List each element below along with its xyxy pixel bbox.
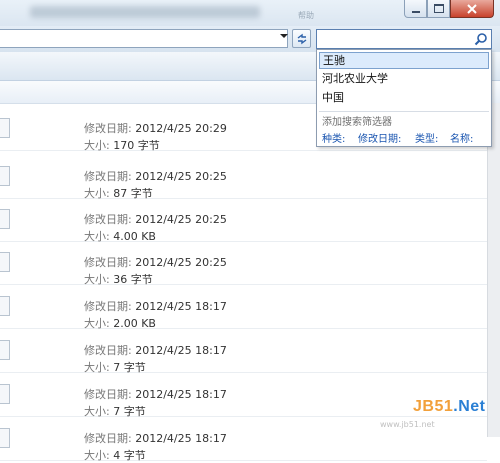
file-icon <box>0 296 10 316</box>
vertical-scrollbar[interactable] <box>487 103 500 437</box>
date-label: 修改日期: <box>84 256 132 269</box>
watermark-part1: JB51 <box>413 398 454 415</box>
file-size: 大小: 4 字节 <box>84 447 146 463</box>
suggestion-item[interactable]: 河北农业大学 <box>319 70 489 87</box>
date-label: 修改日期: <box>84 432 132 445</box>
date-label: 修改日期: <box>84 213 132 226</box>
file-icon <box>0 166 10 186</box>
file-row[interactable]: 修改日期: 2012/4/25 18:17 大小: 7 字节 <box>0 328 487 374</box>
window-title <box>30 6 260 18</box>
maximize-icon <box>433 4 444 13</box>
date-label: 修改日期: <box>84 344 132 357</box>
size-value: 170 字节 <box>113 139 160 152</box>
address-dropdown-icon[interactable] <box>280 34 288 38</box>
date-value: 2012/4/25 18:17 <box>135 388 227 401</box>
date-modified: 修改日期: 2012/4/25 20:25 <box>84 254 227 270</box>
title-bar: 帮助 <box>0 0 500 26</box>
file-icon <box>0 428 10 448</box>
size-label: 大小: <box>84 449 110 462</box>
search-icon[interactable] <box>474 32 488 46</box>
file-icon <box>0 118 10 138</box>
file-list: 修改日期: 2012/4/25 20:29 大小: 170 字节 修改日期: 201… <box>0 103 487 462</box>
refresh-button[interactable] <box>292 29 311 48</box>
date-modified: 修改日期: 2012/4/25 18:17 <box>84 298 227 314</box>
watermark-url: www.jb51.net <box>380 420 435 429</box>
file-row[interactable]: 修改日期: 2012/4/25 20:25 大小: 87 字节 <box>0 154 487 200</box>
date-modified: 修改日期: 2012/4/25 20:25 <box>84 211 227 227</box>
filter-date-modified[interactable]: 修改日期: <box>358 130 401 145</box>
date-value: 2012/4/25 20:25 <box>135 170 227 183</box>
window-title-help: 帮助 <box>298 11 314 20</box>
search-box <box>316 29 492 49</box>
suggestion-item[interactable]: 中国 <box>319 89 489 106</box>
filter-kind[interactable]: 种类: <box>322 130 345 145</box>
date-modified: 修改日期: 2012/4/25 18:17 <box>84 386 227 402</box>
refresh-icon <box>297 33 306 44</box>
search-suggestions: 王驰 河北农业大学 中国 添加搜索筛选器 种类: 修改日期: 类型: 名称: <box>316 49 492 147</box>
date-label: 修改日期: <box>84 170 132 183</box>
date-value: 2012/4/25 18:17 <box>135 300 227 313</box>
file-icon <box>0 340 10 360</box>
date-modified: 修改日期: 2012/4/25 18:17 <box>84 342 227 358</box>
date-modified: 修改日期: 2012/4/25 20:25 <box>84 168 227 184</box>
suggestion-item[interactable]: 王驰 <box>319 52 489 69</box>
file-row[interactable]: 修改日期: 2012/4/25 20:25 大小: 36 字节 <box>0 240 487 286</box>
minimize-icon <box>411 10 420 13</box>
filter-type[interactable]: 类型: <box>415 130 438 145</box>
date-label: 修改日期: <box>84 388 132 401</box>
filter-name[interactable]: 名称: <box>450 130 473 145</box>
watermark: JB51.Net <box>413 398 485 416</box>
file-row[interactable]: 修改日期: 2012/4/25 18:17 大小: 2.00 KB <box>0 284 487 330</box>
date-label: 修改日期: <box>84 300 132 313</box>
size-label: 大小: <box>84 139 110 152</box>
file-icon <box>0 209 10 229</box>
date-label: 修改日期: <box>84 122 132 135</box>
file-row[interactable]: 修改日期: 2012/4/25 20:25 大小: 4.00 KB <box>0 197 487 243</box>
date-modified: 修改日期: 2012/4/25 20:29 <box>84 120 227 136</box>
close-icon <box>467 3 477 14</box>
date-value: 2012/4/25 20:29 <box>135 122 227 135</box>
date-value: 2012/4/25 20:25 <box>135 213 227 226</box>
file-icon <box>0 384 10 404</box>
maximize-button[interactable] <box>427 0 450 18</box>
filter-title: 添加搜索筛选器 <box>322 117 392 128</box>
search-input[interactable] <box>319 31 473 47</box>
close-button[interactable] <box>450 0 494 18</box>
watermark-part2: .Net <box>453 398 486 415</box>
address-bar[interactable] <box>0 29 288 48</box>
file-icon <box>0 252 10 272</box>
divider <box>319 111 489 112</box>
minimize-button[interactable] <box>404 0 427 18</box>
date-value: 2012/4/25 20:25 <box>135 256 227 269</box>
date-value: 2012/4/25 18:17 <box>135 344 227 357</box>
file-size: 大小: 170 字节 <box>84 137 160 153</box>
size-value: 4 字节 <box>113 449 146 462</box>
date-value: 2012/4/25 18:17 <box>135 432 227 445</box>
date-modified: 修改日期: 2012/4/25 18:17 <box>84 430 227 446</box>
